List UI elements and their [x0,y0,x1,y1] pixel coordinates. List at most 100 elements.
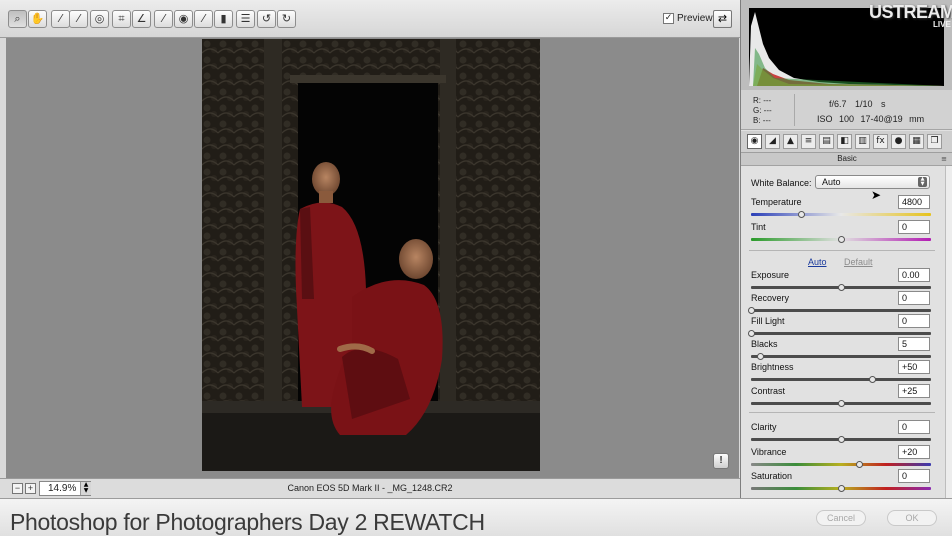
white-balance-value: Auto [822,177,841,187]
section-divider [749,412,935,413]
adjustment-brush-tool[interactable]: ⁄ [194,10,213,28]
color-sampler-tool[interactable]: ⁄ [69,10,88,28]
straighten-icon: ∠ [136,12,147,25]
toolbar: ⌕ ✋ ⁄ ⁄ ◎ ⌗ ∠ ⁄ ◉ ⁄ ▮ ☰ ↺ ↻ [0,0,740,38]
targeted-adjustment-tool[interactable]: ◎ [90,10,109,28]
rotate-right-tool[interactable]: ↻ [277,10,296,28]
rotate-ccw-icon: ↺ [261,12,272,25]
histogram-area: USTREAM LIVE [741,0,952,90]
fill-light-input[interactable]: 0 [898,314,930,328]
blacks-slider-thumb[interactable] [757,353,764,360]
temperature-slider-thumb[interactable] [798,211,806,218]
temperature-input[interactable]: 4800 [898,195,930,209]
vibrance-label: Vibrance [751,447,787,457]
spot-removal-tool[interactable]: ⁄ [154,10,173,28]
blacks-input[interactable]: 5 [898,337,930,351]
hsl-tab-icon[interactable]: ≡ [801,134,816,149]
graduated-filter-tool[interactable]: ▮ [214,10,233,28]
exposure-slider-thumb[interactable] [838,284,845,291]
recovery-input[interactable]: 0 [898,291,930,305]
rotate-left-tool[interactable]: ↺ [257,10,276,28]
tone-curve-tab-icon[interactable]: ◢ [765,134,780,149]
auto-link[interactable]: Auto [808,257,827,267]
default-link[interactable]: Default [844,257,873,267]
cancel-button[interactable]: Cancel [816,510,866,526]
vibrance-input[interactable]: +20 [898,445,930,459]
recovery-slider-thumb[interactable] [748,307,755,314]
target-adjust-icon: ◎ [94,12,105,25]
section-divider [749,250,935,251]
eyedropper-icon: ⁄ [59,12,62,25]
clarity-slider[interactable] [751,436,931,443]
temperature-label: Temperature [751,197,802,207]
clarity-input[interactable]: 0 [898,420,930,434]
contrast-input[interactable]: +25 [898,384,930,398]
crop-tool[interactable]: ⌗ [112,10,131,28]
image-canvas[interactable]: ! [6,38,739,478]
red-eye-tool[interactable]: ◉ [174,10,193,28]
metadata-divider [794,94,795,126]
preferences-tool[interactable]: ☰ [236,10,255,28]
lens-tab-icon[interactable]: ◧ [837,134,852,149]
split-toning-tab-icon[interactable]: ▤ [819,134,834,149]
temperature-slider[interactable] [751,211,931,218]
list-icon: ☰ [240,12,251,25]
clarity-slider-thumb[interactable] [838,436,845,443]
preview-checkbox[interactable]: ✓ [663,13,674,24]
panel-scrollbar[interactable] [945,166,952,498]
snapshots-tab-icon[interactable]: ❐ [927,134,942,149]
tint-slider[interactable] [751,236,931,243]
basic-tab-icon[interactable]: ◉ [747,134,762,149]
fill-light-slider[interactable] [748,330,931,337]
camera-metadata: R: --- G: --- B: --- f/6.7 1/10 s ISO 10… [741,90,952,130]
rgb-readout-r: R: --- [753,96,772,105]
rgb-readout-g: G: --- [753,106,772,115]
gradient-icon: ▮ [220,12,227,25]
iso-focal-length: ISO 100 17-40@19 mm [817,114,925,124]
fill-light-slider-thumb[interactable] [748,330,755,337]
exposure-slider[interactable] [751,284,931,291]
panel-menu-icon[interactable]: ≡ [941,155,947,163]
clarity-label: Clarity [751,422,777,432]
ok-button[interactable]: OK [887,510,937,526]
fx-tab-icon[interactable]: fx [873,134,888,149]
info-icon[interactable]: ! [713,453,729,469]
contrast-slider[interactable] [751,400,931,407]
saturation-label: Saturation [751,471,793,481]
panel-title: Basic [741,153,952,166]
file-info: Canon EOS 5D Mark II - _MG_1248.CR2 [287,483,453,493]
panel-tabs: ◉ ◢ ▲ ≡ ▤ ◧ ▥ fx ● ▦ ❐ [741,131,952,153]
hand-tool[interactable]: ✋ [28,10,47,28]
fullscreen-button[interactable]: ⇄ [713,10,732,28]
color-sampler-icon: ⁄ [77,12,80,25]
recovery-label: Recovery [751,293,790,303]
blacks-slider[interactable] [751,353,931,360]
brightness-input[interactable]: +50 [898,360,930,374]
effects-tab-icon[interactable]: ▥ [855,134,870,149]
rotate-cw-icon: ↻ [281,12,292,25]
recovery-slider[interactable] [748,307,931,314]
tint-input[interactable]: 0 [898,220,930,234]
white-balance-label: White Balance: [751,178,812,188]
status-bar: − + 14.9% ▲ ▼ Canon EOS 5D Mark II - _MG_… [0,478,740,498]
straighten-tool[interactable]: ∠ [132,10,151,28]
detail-tab-icon[interactable]: ▲ [783,134,798,149]
calibration-tab-icon[interactable]: ● [891,134,906,149]
white-balance-select[interactable]: Auto ▲ ▼ [815,175,930,189]
bottom-bar: Photoshop for Photographers Day 2 REWATC… [0,498,952,536]
tint-slider-thumb[interactable] [838,236,845,243]
exposure-input[interactable]: 0.00 [898,268,930,282]
contrast-slider-thumb[interactable] [838,400,845,407]
mouse-cursor-icon: ➤ [871,188,882,202]
white-balance-tool[interactable]: ⁄ [51,10,70,28]
zoom-tool[interactable]: ⌕ [8,10,27,28]
vibrance-slider-thumb[interactable] [856,461,863,468]
exposure-label: Exposure [751,270,790,280]
saturation-input[interactable]: 0 [898,469,930,483]
saturation-slider[interactable] [751,485,931,492]
presets-tab-icon[interactable]: ▦ [909,134,924,149]
vibrance-slider[interactable] [751,461,931,468]
saturation-slider-thumb[interactable] [838,485,845,492]
brightness-slider[interactable] [751,376,931,383]
brightness-slider-thumb[interactable] [868,376,876,383]
